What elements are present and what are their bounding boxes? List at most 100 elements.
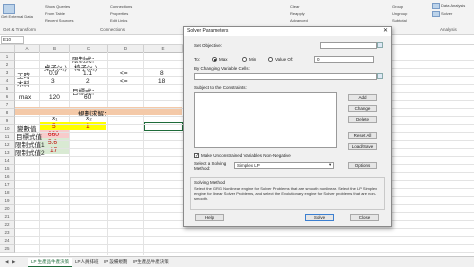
value-of-input[interactable]: 0 (314, 56, 374, 63)
subtotal-button[interactable]: Subtotal (392, 18, 407, 23)
sheet-tab-bar: ◀ ▶ LP 生產品牛產決策 LP人員排班 IP 設備規劃 IP生產品牛產決策 (0, 256, 474, 267)
max-label: Max (219, 57, 228, 62)
sheet-tab-lp-scheduling[interactable]: LP人員排班 (72, 258, 102, 266)
row-header[interactable]: 22 (0, 221, 15, 229)
by-changing-label: By Changing Variable Cells: (194, 66, 250, 71)
row-header[interactable]: 23 (0, 229, 15, 237)
ungroup-button[interactable]: Ungroup (392, 11, 407, 16)
change-button[interactable]: Change (348, 105, 377, 112)
help-button[interactable]: Help (195, 214, 224, 221)
row-header[interactable]: 6 (0, 93, 15, 101)
constraints-list[interactable] (194, 92, 337, 148)
close-button[interactable]: Close (350, 214, 379, 221)
column-header-c[interactable]: C (70, 45, 108, 53)
gridline (15, 244, 474, 245)
add-button[interactable]: Add (348, 94, 377, 101)
delete-button[interactable]: Delete (348, 116, 377, 123)
load-save-button[interactable]: Load/Save (348, 143, 377, 150)
tab-scroll-right[interactable]: ▶ (9, 258, 18, 266)
min-radio[interactable] (242, 57, 247, 62)
solving-method-title: Solving Method (194, 180, 226, 185)
row-header[interactable]: 20 (0, 205, 15, 213)
group-button[interactable]: Group (392, 4, 403, 9)
row-header[interactable]: 15 (0, 165, 15, 173)
row-header[interactable]: 10 (0, 125, 15, 133)
recent-sources-button[interactable]: Recent Sources (45, 18, 73, 23)
connections-button[interactable]: Connections (110, 4, 132, 9)
gridline (69, 52, 70, 255)
make-nonneg-label: Make Unconstrained Variables Non-Negativ… (201, 153, 291, 158)
row-header[interactable]: 17 (0, 181, 15, 189)
row-header[interactable]: 14 (0, 157, 15, 165)
set-objective-input[interactable] (320, 42, 377, 49)
solve-button[interactable]: Solve (305, 214, 334, 221)
edit-links-button[interactable]: Edit Links (110, 18, 127, 23)
gridline (15, 252, 474, 253)
show-queries-button[interactable]: Show Queries (45, 4, 70, 9)
from-table-button[interactable]: From Table (45, 11, 65, 16)
solver-icon (432, 11, 440, 17)
gridline (15, 228, 474, 229)
get-external-data-label[interactable]: Get External Data (1, 14, 33, 19)
sheet-tab-ip-equipment[interactable]: IP 設備規劃 (101, 258, 130, 266)
data-analysis-button[interactable]: Data Analysis (441, 3, 465, 8)
chevron-down-icon[interactable]: ▾ (329, 162, 331, 168)
group-analysis: Analysis (440, 27, 457, 32)
row-header[interactable]: 2 (0, 61, 15, 69)
row-header[interactable]: 12 (0, 141, 15, 149)
solving-method-description: Select the GRG Nonlinear engine for Solv… (194, 186, 378, 201)
row-header[interactable]: 7 (0, 101, 15, 109)
row-header[interactable]: 9 (0, 117, 15, 125)
row-header[interactable]: 21 (0, 213, 15, 221)
column-header-e[interactable]: E (144, 45, 183, 53)
row-header[interactable]: 8 (0, 109, 15, 117)
select-method-label: Select a Solving Method: (194, 161, 227, 171)
row-header[interactable]: 19 (0, 197, 15, 205)
get-external-data-icon[interactable] (3, 4, 15, 14)
row-header[interactable]: 11 (0, 133, 15, 141)
properties-button[interactable]: Properties (110, 11, 128, 16)
column-header-a[interactable]: A (15, 45, 40, 53)
subject-to-label: Subject to the Constraints: (194, 85, 247, 90)
advanced-button[interactable]: Advanced (290, 18, 308, 23)
name-box[interactable]: E10 (1, 36, 24, 44)
data-analysis-icon (432, 3, 440, 9)
max-radio[interactable] (212, 57, 217, 62)
value-of-radio[interactable] (268, 57, 273, 62)
solving-method-select[interactable]: Simplex LP (234, 162, 334, 169)
row-header[interactable]: 4 (0, 77, 15, 85)
solver-parameters-dialog: Solver Parameters ✕ Set Objective: To: M… (183, 26, 392, 227)
reset-all-button[interactable]: Reset All (348, 132, 377, 139)
value-of-label: Value Of: (275, 57, 294, 62)
column-header-b[interactable]: B (40, 45, 70, 53)
row-header[interactable]: 25 (0, 245, 15, 253)
solver-button[interactable]: Solver (441, 11, 452, 16)
set-objective-picker-icon[interactable] (377, 42, 383, 48)
to-label: To: (194, 57, 201, 62)
group-get-transform: Get & Transform (3, 27, 37, 32)
reapply-button[interactable]: Reapply (290, 11, 305, 16)
cell-a4[interactable]: 木料 (17, 78, 30, 88)
row-header[interactable]: 16 (0, 173, 15, 181)
row-header[interactable]: 24 (0, 237, 15, 245)
min-label: Min (249, 57, 257, 62)
column-header-d[interactable]: D (108, 45, 144, 53)
row-header[interactable]: 3 (0, 69, 15, 77)
close-icon[interactable]: ✕ (383, 27, 388, 36)
clear-button[interactable]: Clear (290, 4, 300, 9)
row-header[interactable]: 1 (0, 53, 15, 61)
select-all-corner[interactable] (0, 45, 15, 53)
make-nonneg-checkbox[interactable]: ✓ (194, 153, 199, 159)
dialog-title: Solver Parameters (184, 27, 391, 36)
sheet-tab-ip-production[interactable]: IP生產品牛產決策 (130, 258, 172, 266)
row-header[interactable]: 5 (0, 85, 15, 93)
by-changing-input[interactable] (194, 73, 377, 80)
gridline (107, 52, 108, 255)
by-changing-picker-icon[interactable] (377, 73, 383, 79)
gridline (15, 236, 474, 237)
gridline (143, 52, 144, 255)
set-objective-label: Set Objective: (194, 43, 223, 48)
options-button[interactable]: Options (348, 162, 377, 169)
row-header[interactable]: 13 (0, 149, 15, 157)
row-header[interactable]: 18 (0, 189, 15, 197)
